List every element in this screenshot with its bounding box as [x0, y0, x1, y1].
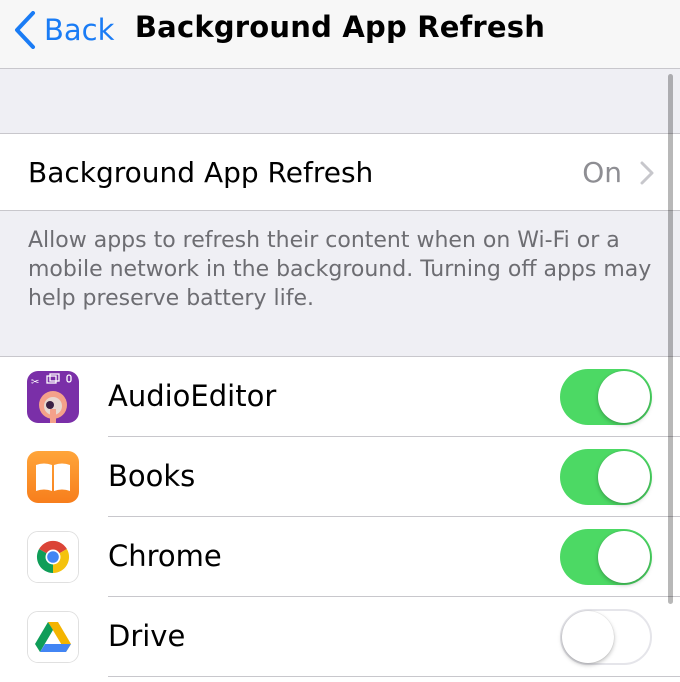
chrome-toggle[interactable]	[560, 529, 652, 585]
audioeditor-app-icon: ✂	[27, 371, 79, 423]
app-name: Chrome	[108, 539, 222, 573]
list-item: Books	[0, 437, 680, 517]
row-separator	[108, 676, 680, 677]
setting-value: On	[582, 156, 622, 189]
toggle-knob	[598, 531, 650, 583]
setting-label: Background App Refresh	[28, 156, 374, 189]
navigation-bar: Back Background App Refresh	[0, 0, 680, 69]
page-title: Background App Refresh	[134, 10, 546, 44]
chrome-app-icon	[27, 531, 79, 583]
toggle-knob	[598, 451, 650, 503]
app-list: ✂ AudioEditor Books Chrome Drive	[0, 356, 680, 682]
app-name: AudioEditor	[108, 379, 277, 413]
list-item: Chrome	[0, 517, 680, 597]
drive-toggle[interactable]	[560, 609, 652, 665]
scrollbar[interactable]	[668, 74, 673, 604]
list-item: Drive	[0, 597, 680, 677]
app-name: Drive	[108, 619, 186, 653]
app-name: Books	[108, 459, 196, 493]
chevron-right-icon	[640, 161, 654, 185]
audioeditor-toggle[interactable]	[560, 369, 652, 425]
toggle-knob	[562, 611, 614, 663]
background-app-refresh-row[interactable]: Background App Refresh On	[0, 133, 680, 211]
toggle-knob	[598, 371, 650, 423]
list-item: ✂ AudioEditor	[0, 357, 680, 437]
svg-text:✂: ✂	[31, 377, 39, 388]
drive-app-icon	[27, 611, 79, 663]
books-app-icon	[27, 451, 79, 503]
books-toggle[interactable]	[560, 449, 652, 505]
section-footer-text: Allow apps to refresh their content when…	[28, 228, 652, 311]
